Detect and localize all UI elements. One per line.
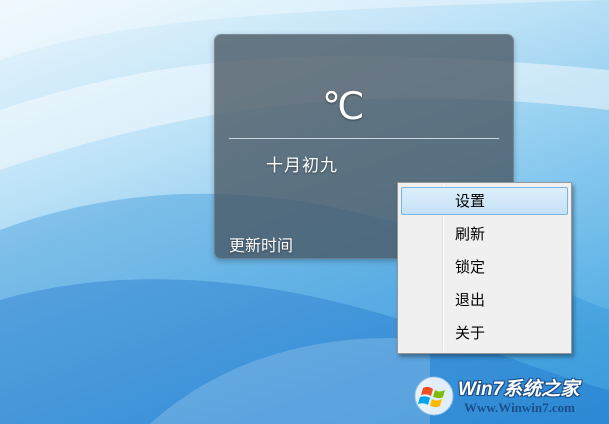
update-time-label: 更新时间 [229,236,294,255]
menu-item-settings[interactable]: 设置 [401,187,568,215]
windows-logo-icon [414,376,454,416]
menu-item-about[interactable]: 关于 [401,319,568,347]
desktop: ℃ 十月初九 更新时间 设置 刷新 锁定 退出 关于 Win7系统之家 Www.… [0,0,609,424]
watermark-url: Www.Winwin7.com [464,400,575,415]
menu-item-refresh[interactable]: 刷新 [401,220,568,248]
menu-item-lock[interactable]: 锁定 [401,253,568,281]
watermark: Win7系统之家 Www.Winwin7.com [412,372,608,422]
context-menu: 设置 刷新 锁定 退出 关于 [397,182,572,354]
widget-divider [229,138,499,139]
lunar-date: 十月初九 [266,156,338,176]
temperature-unit: ℃ [322,84,365,128]
menu-item-exit[interactable]: 退出 [401,286,568,314]
watermark-title: Win7系统之家 [458,379,580,400]
